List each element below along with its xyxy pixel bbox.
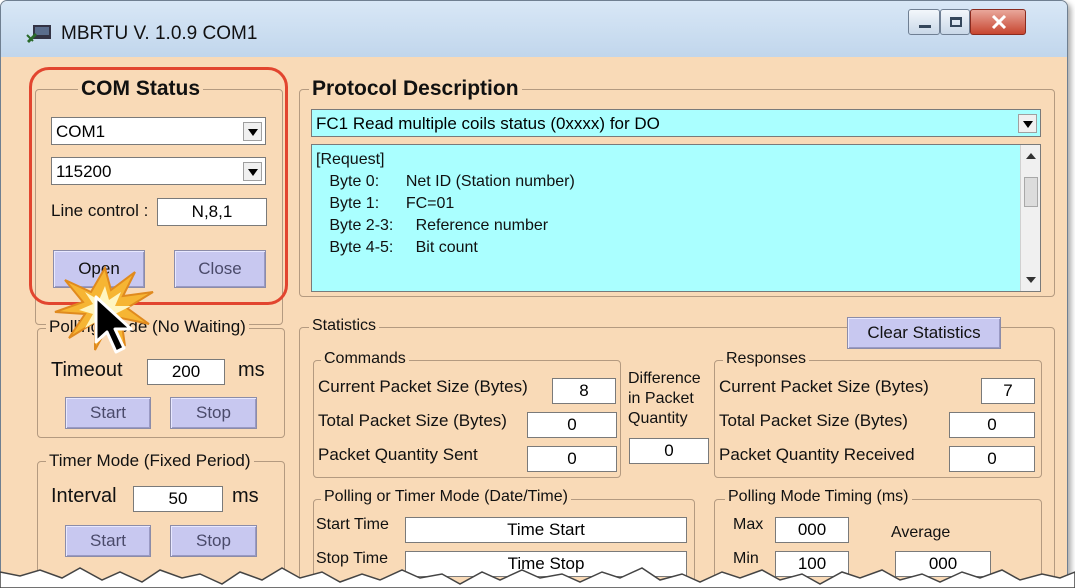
- commands-title: Commands: [321, 350, 409, 368]
- memo-line: Byte 1: FC=01: [316, 195, 455, 212]
- maximize-button[interactable]: [940, 9, 970, 35]
- chevron-down-icon[interactable]: [1018, 114, 1037, 133]
- polling-start-button[interactable]: Start: [65, 397, 151, 429]
- cmd-quantity-label: Packet Quantity Sent: [318, 445, 478, 464]
- memo-line: Byte 4-5: Bit count: [316, 239, 478, 256]
- timer-mode-title: Timer Mode (Fixed Period): [46, 451, 254, 471]
- protocol-description-memo[interactable]: [Request] Byte 0: Net ID (Station number…: [311, 144, 1041, 292]
- statistics-title: Statistics: [309, 317, 380, 335]
- resp-current-label: Current Packet Size (Bytes): [719, 377, 929, 396]
- resp-quantity-label: Packet Quantity Received: [719, 445, 915, 464]
- memo-line: Byte 0: Net ID (Station number): [316, 173, 575, 190]
- resp-current-field[interactable]: 7: [981, 378, 1035, 404]
- clear-statistics-button[interactable]: Clear Statistics: [847, 317, 1001, 349]
- torn-edge: [0, 567, 1075, 588]
- cmd-quantity-field[interactable]: 0: [527, 446, 617, 472]
- scroll-up-icon[interactable]: [1026, 153, 1036, 159]
- difference-label-line3: Quantity: [628, 410, 688, 427]
- title-bar[interactable]: MBRTU V. 1.0.9 COM1: [1, 1, 1067, 57]
- resp-total-label: Total Packet Size (Bytes): [719, 411, 908, 430]
- memo-line: Byte 2-3: Reference number: [316, 217, 549, 234]
- cmd-total-field[interactable]: 0: [527, 412, 617, 438]
- maximize-icon: [950, 17, 962, 27]
- polling-stop-button[interactable]: Stop: [170, 397, 257, 429]
- timeout-unit: ms: [238, 359, 265, 381]
- date-time-title: Polling or Timer Mode (Date/Time): [321, 488, 571, 506]
- start-time-label: Start Time: [316, 516, 389, 533]
- minimize-button[interactable]: [908, 9, 940, 35]
- function-code-select[interactable]: FC1 Read multiple coils status (0xxxx) f…: [311, 109, 1041, 137]
- window-title: MBRTU V. 1.0.9 COM1: [61, 23, 258, 44]
- difference-label-line1: Difference: [628, 370, 701, 387]
- app-icon: [26, 25, 51, 43]
- minimize-icon: [919, 25, 931, 28]
- interval-unit: ms: [232, 485, 259, 507]
- cmd-current-label: Current Packet Size (Bytes): [318, 377, 528, 396]
- timing-title: Polling Mode Timing (ms): [725, 488, 912, 506]
- start-time-field[interactable]: Time Start: [405, 517, 687, 543]
- resp-quantity-field[interactable]: 0: [949, 446, 1035, 472]
- timer-start-button[interactable]: Start: [65, 525, 151, 557]
- close-icon: [991, 15, 1007, 29]
- max-field[interactable]: 000: [775, 517, 849, 543]
- scroll-thumb[interactable]: [1024, 177, 1038, 207]
- scroll-down-icon[interactable]: [1026, 277, 1036, 283]
- cmd-current-field[interactable]: 8: [552, 378, 616, 404]
- mouse-cursor-icon: [94, 295, 133, 354]
- close-window-button[interactable]: [970, 9, 1026, 35]
- timeout-label: Timeout: [51, 359, 123, 381]
- difference-label-line2: in Packet: [628, 390, 694, 407]
- difference-field[interactable]: 0: [629, 438, 709, 464]
- interval-label: Interval: [51, 485, 117, 507]
- function-code-value: FC1 Read multiple coils status (0xxxx) f…: [316, 114, 660, 133]
- max-label: Max: [733, 516, 764, 533]
- responses-title: Responses: [723, 350, 810, 368]
- cmd-total-label: Total Packet Size (Bytes): [318, 411, 507, 430]
- resp-total-field[interactable]: 0: [949, 412, 1035, 438]
- protocol-title: Protocol Description: [309, 77, 522, 101]
- timer-stop-button[interactable]: Stop: [170, 525, 257, 557]
- memo-line: [Request]: [316, 151, 385, 168]
- average-label: Average: [891, 524, 951, 541]
- memo-scrollbar[interactable]: [1020, 145, 1040, 291]
- timeout-field[interactable]: 200: [147, 359, 225, 385]
- interval-field[interactable]: 50: [133, 486, 223, 512]
